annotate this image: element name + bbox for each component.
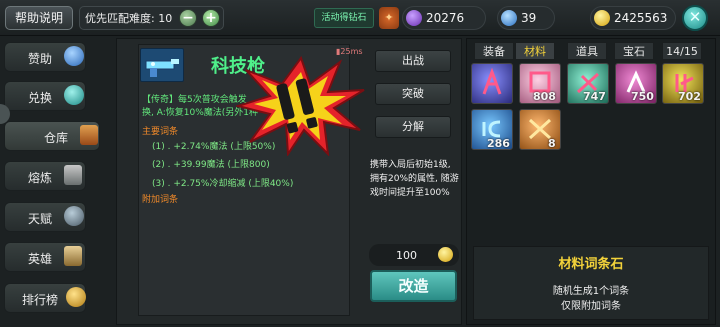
- tab-items[interactable]: 道具: [567, 42, 607, 60]
- exchange-icon: [64, 85, 84, 105]
- slot-count: 702: [678, 90, 701, 103]
- tab-materials[interactable]: 材料: [515, 42, 555, 60]
- tech-gun-icon: [140, 48, 184, 82]
- sidebar-label-ranking: 排行榜: [22, 293, 59, 307]
- tab-equipment[interactable]: 装备: [474, 42, 514, 60]
- sidebar-label-sponsor: 赞助: [28, 52, 53, 66]
- extra-affix-title: 附加词条: [142, 195, 179, 205]
- decrease-difficulty-button[interactable]: −: [179, 9, 197, 27]
- main-affix-title: 主要词条: [142, 127, 179, 137]
- affix-row: (2) . +39.99魔法 (上限800): [152, 160, 270, 170]
- sidebar-label-talent: 天赋: [28, 212, 53, 226]
- legend-text-line1: 【传奇】每5次普攻会触发: [142, 95, 247, 105]
- sidebar-label-smelt: 熔炼: [28, 171, 53, 185]
- carry-description: 携带入局后初始1级, 拥有20%的属性, 随游戏时间提升至100%: [370, 160, 459, 198]
- blue-gem-icon: [501, 10, 517, 26]
- close-button[interactable]: ✕: [682, 5, 708, 31]
- deploy-button[interactable]: 出战: [375, 50, 451, 72]
- smelt-icon: [64, 165, 82, 185]
- tab-gems[interactable]: 宝石: [614, 42, 654, 60]
- hero-icon: [64, 246, 82, 266]
- slot-count: 750: [631, 90, 654, 103]
- affix-row: (3) . +2.75%冷却缩减 (上限40%): [152, 179, 294, 189]
- sidebar-label-exchange: 兑换: [28, 91, 53, 105]
- sidebar-label-hero: 英雄: [28, 252, 53, 266]
- reforge-button[interactable]: 改造: [370, 270, 457, 302]
- gold-coin-icon: [594, 10, 610, 26]
- slot-count: 808: [533, 90, 556, 103]
- material-slot-blue-rune[interactable]: [471, 63, 513, 104]
- material-info-title: 材料词条石: [558, 257, 624, 272]
- ping-indicator: ▮25ms: [336, 47, 363, 56]
- slot-count: 747: [583, 90, 606, 103]
- material-info-line1: 随机生成1个词条: [552, 286, 630, 297]
- difficulty-label: 优先匹配难度: 10: [85, 12, 173, 25]
- event-emblem-icon[interactable]: ✦: [379, 7, 399, 29]
- talent-icon: [64, 206, 84, 226]
- dismantle-button[interactable]: 分解: [375, 116, 451, 138]
- warehouse-icon: [80, 125, 98, 145]
- event-diamond-button[interactable]: 活动得钻石: [314, 8, 374, 28]
- purple-gem-count: 20276: [426, 11, 465, 25]
- help-button[interactable]: 帮助说明: [5, 6, 73, 30]
- ranking-trophy-icon: [66, 287, 86, 307]
- sponsor-icon: [64, 46, 84, 66]
- material-info-line2: 仅限附加词条: [561, 301, 621, 312]
- gold-coin-count: 2425563: [614, 11, 668, 25]
- gold-coin-icon: [438, 247, 453, 262]
- ping-value: 25ms: [340, 47, 363, 56]
- breakthrough-button[interactable]: 突破: [375, 83, 451, 105]
- sidebar-label-warehouse: 仓库: [44, 131, 69, 145]
- blue-gem-count: 39: [521, 11, 537, 25]
- slot-count: 286: [487, 137, 510, 150]
- reforge-cost-value: 100: [396, 249, 417, 262]
- slot-count: 8: [548, 137, 556, 150]
- increase-difficulty-button[interactable]: +: [202, 9, 220, 27]
- purple-gem-icon: [406, 10, 422, 26]
- inventory-capacity: 14/15: [662, 42, 702, 60]
- alert-starburst-icon: [234, 55, 366, 160]
